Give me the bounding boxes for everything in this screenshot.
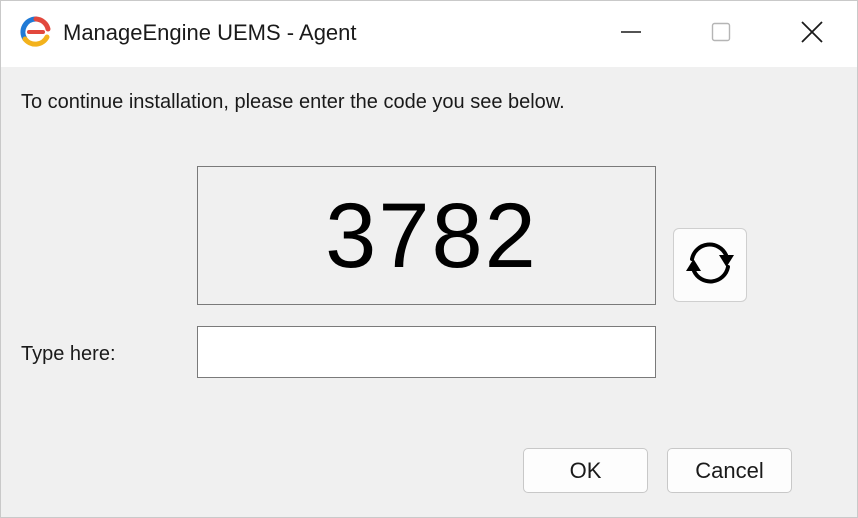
- manageengine-logo-icon: [19, 15, 53, 49]
- ok-button[interactable]: OK: [523, 448, 648, 493]
- refresh-code-button[interactable]: [673, 228, 747, 302]
- maximize-button[interactable]: [681, 1, 761, 67]
- verification-code-box: 3782: [197, 166, 656, 305]
- cancel-button[interactable]: Cancel: [667, 448, 792, 493]
- instruction-text: To continue installation, please enter t…: [21, 91, 565, 113]
- close-button[interactable]: [772, 1, 852, 67]
- type-here-label: Type here:: [21, 343, 116, 365]
- window-title: ManageEngine UEMS - Agent: [63, 20, 357, 45]
- verification-code: 3782: [325, 184, 538, 287]
- title-bar[interactable]: ManageEngine UEMS - Agent: [1, 1, 857, 67]
- maximize-icon: [710, 21, 732, 48]
- minimize-button[interactable]: [591, 1, 671, 67]
- close-icon: [800, 20, 824, 49]
- minimize-icon: [620, 21, 642, 48]
- agent-dialog-window: ManageEngine UEMS - Agent To continue in…: [0, 0, 858, 518]
- refresh-icon: [678, 231, 742, 300]
- code-input[interactable]: [197, 326, 656, 378]
